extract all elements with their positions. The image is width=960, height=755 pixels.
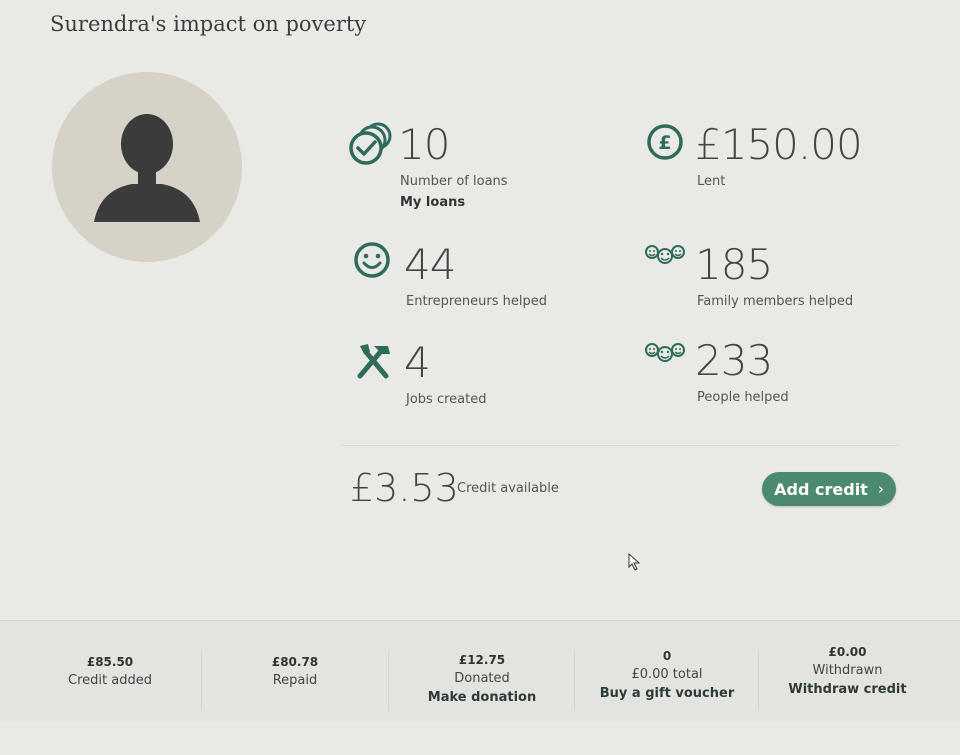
people-count: 233	[695, 336, 773, 385]
summary-repaid: £80.78 Repaid	[225, 655, 365, 755]
pound-coin-icon: £	[647, 124, 683, 160]
loans-label: Number of loans	[400, 174, 508, 189]
jobs-count: 4	[404, 338, 431, 387]
summary-label: Credit added	[68, 673, 152, 688]
credit-available-amount: £3.53	[350, 466, 459, 510]
family-count: 185	[695, 240, 773, 289]
section-divider	[340, 445, 900, 446]
summary-value: 0	[662, 649, 672, 663]
user-silhouette-icon	[94, 114, 200, 222]
make-donation-link[interactable]: Make donation	[412, 690, 552, 705]
summary-withdrawn: £0.00 Withdrawn Withdraw credit	[775, 645, 920, 745]
credit-available-label: Credit available	[457, 481, 559, 496]
summary-label: Donated	[454, 671, 510, 686]
summary-donated: £12.75 Donated Make donation	[412, 653, 552, 753]
summary-separator	[388, 651, 389, 711]
people-smileys-icon	[645, 343, 685, 362]
entrepreneurs-count: 44	[404, 240, 456, 289]
buy-gift-voucher-link[interactable]: Buy a gift voucher	[592, 686, 742, 701]
summary-bar: £85.50 Credit added £80.78 Repaid £12.75…	[0, 620, 960, 721]
coins-check-icon	[349, 122, 392, 165]
add-credit-label: Add credit	[774, 479, 868, 499]
tools-icon	[357, 344, 390, 379]
summary-separator	[758, 651, 759, 711]
smiley-icon	[354, 242, 390, 278]
summary-separator	[574, 651, 575, 711]
summary-label: Withdrawn	[812, 663, 883, 678]
svg-text:£: £	[658, 132, 671, 154]
jobs-label: Jobs created	[406, 392, 487, 407]
summary-credit-added: £85.50 Credit added	[40, 655, 180, 755]
summary-value: £85.50	[86, 655, 134, 669]
withdraw-credit-link[interactable]: Withdraw credit	[775, 682, 920, 697]
entrepreneurs-label: Entrepreneurs helped	[406, 294, 547, 309]
my-loans-link[interactable]: My loans	[400, 195, 465, 210]
summary-label: Repaid	[272, 673, 318, 688]
summary-value: £80.78	[271, 655, 319, 669]
chevron-right-icon: ›	[877, 480, 884, 498]
people-label: People helped	[697, 390, 789, 405]
family-label: Family members helped	[697, 294, 854, 309]
lent-amount: £150.00	[695, 120, 863, 169]
family-smileys-icon	[645, 245, 685, 264]
page-title: Surendra's impact on poverty	[50, 12, 367, 36]
avatar	[52, 72, 242, 262]
summary-gift-vouchers: 0 £0.00 total Buy a gift voucher	[592, 649, 742, 749]
mouse-cursor-icon	[628, 553, 641, 571]
add-credit-button[interactable]: Add credit ›	[762, 472, 896, 506]
loans-count: 10	[398, 120, 450, 169]
summary-value: £12.75	[458, 653, 506, 667]
summary-separator	[201, 651, 202, 711]
summary-label: £0.00 total	[631, 667, 703, 682]
summary-value: £0.00	[828, 645, 867, 659]
lent-label: Lent	[697, 174, 726, 189]
